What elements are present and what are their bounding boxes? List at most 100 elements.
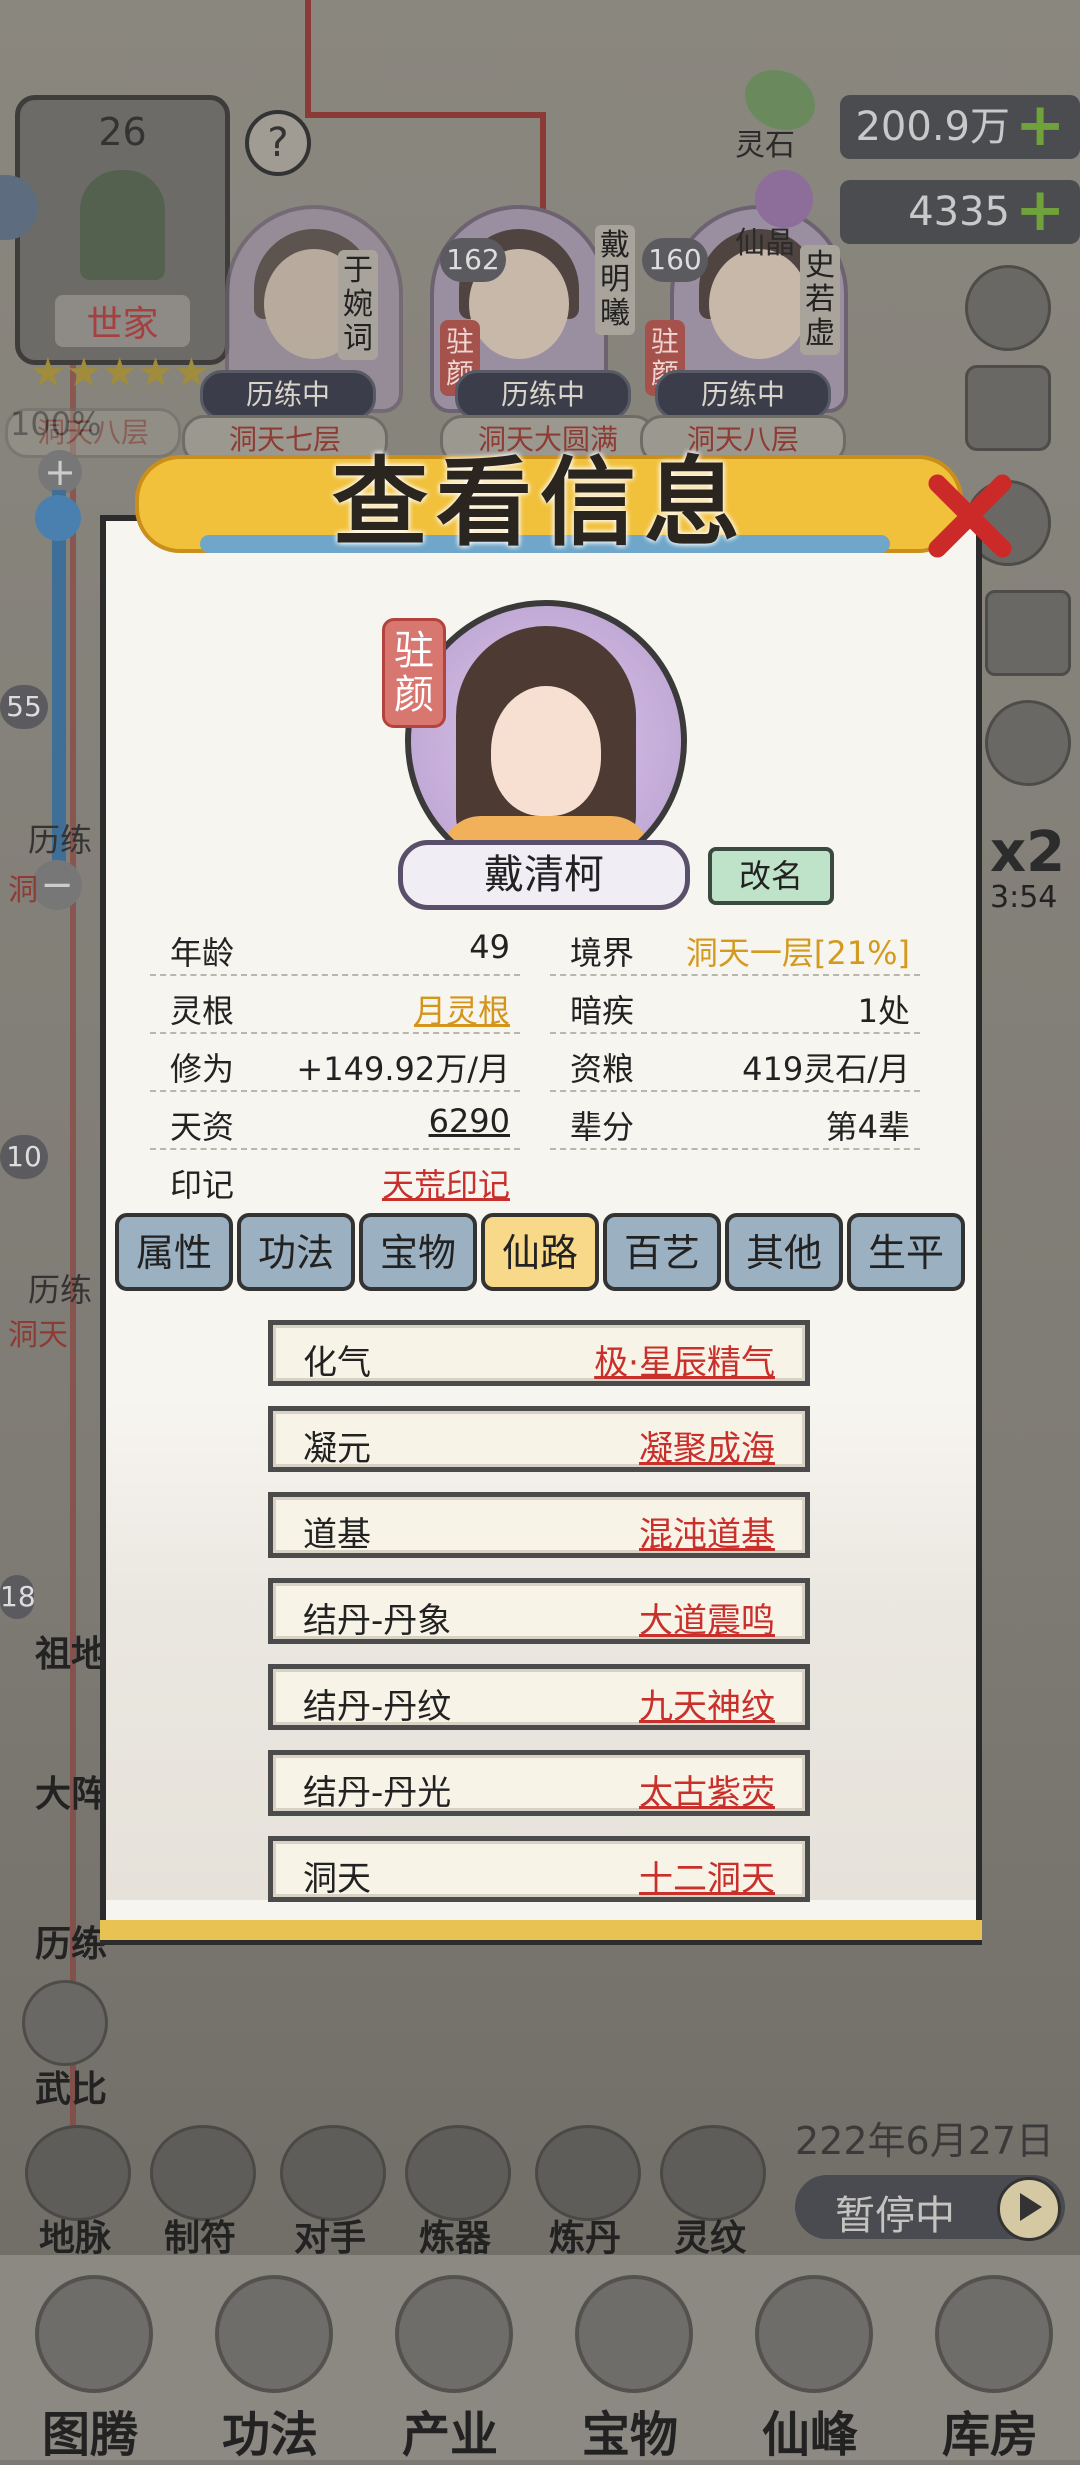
info-value: 洞天一层[21%]	[685, 934, 910, 972]
info-label: 暗疾	[570, 992, 635, 1030]
settings-icon[interactable]	[965, 265, 1051, 351]
small-item-zhifu[interactable]: 制符	[145, 2125, 256, 2259]
mountain-house-icon	[395, 2275, 513, 2393]
small-item-dimai[interactable]: 地脉	[20, 2125, 131, 2259]
resource-label: 灵石	[735, 128, 795, 163]
add-spirit-stone-button[interactable]: +	[1015, 95, 1065, 155]
info-value: 1处	[857, 992, 910, 1030]
tab-immortal-path[interactable]: 仙路	[481, 1213, 599, 1291]
peak-icon	[755, 2275, 873, 2393]
tab-other[interactable]: 其他	[725, 1213, 843, 1291]
nav-storehouse[interactable]: 库房	[900, 2255, 1080, 2463]
path-value-link[interactable]: 大道震鸣	[639, 1593, 775, 1642]
member-status: 历练中	[455, 370, 631, 420]
left-label: 历练	[28, 1271, 93, 1309]
tab-gongfa[interactable]: 功法	[237, 1213, 355, 1291]
info-mark: 印记 天荒印记	[150, 1152, 520, 1208]
forge-scroll-icon	[405, 2125, 511, 2221]
info-label: 辈分	[570, 1108, 635, 1146]
info-value: +149.92万/月	[296, 1050, 510, 1088]
left-label: 洞	[8, 873, 38, 908]
path-label: 凝元	[303, 1429, 371, 1469]
small-item-duishou[interactable]: 对手	[275, 2125, 386, 2259]
nav-industry[interactable]: 产业	[360, 2255, 540, 2463]
game-date: 222年6月27日	[795, 2119, 1055, 2163]
path-value-link[interactable]: 太古紫荧	[639, 1765, 775, 1814]
info-label: 天资	[170, 1108, 235, 1146]
tab-treasure[interactable]: 宝物	[359, 1213, 477, 1291]
path-label: 化气	[303, 1343, 371, 1383]
question-icon[interactable]: ?	[245, 110, 311, 176]
flame-icon	[215, 2275, 333, 2393]
tree-line	[305, 112, 545, 118]
speed-label[interactable]: x2	[990, 820, 1065, 885]
member-status: 历练中	[200, 370, 376, 420]
path-value-link[interactable]: 九天神纹	[639, 1679, 775, 1728]
nav-treasure[interactable]: 宝物	[540, 2255, 720, 2463]
pause-label: 暂停中	[835, 2193, 955, 2239]
book-icon[interactable]	[985, 590, 1071, 676]
totem-icon	[35, 2275, 153, 2393]
nav-gongfa[interactable]: 功法	[180, 2255, 360, 2463]
nav-label: 产业	[401, 2407, 498, 2463]
rename-button[interactable]: 改名	[708, 847, 834, 905]
zoom-minus-icon[interactable]: −	[32, 860, 82, 910]
left-label[interactable]: 武比	[35, 2060, 107, 2112]
close-icon[interactable]	[915, 465, 1015, 565]
family-label: 世家	[55, 295, 190, 347]
nav-totem[interactable]: 图腾	[0, 2255, 180, 2463]
jade-icon	[575, 2275, 693, 2393]
left-label[interactable]: 祖地	[35, 1625, 107, 1677]
member-level: 160	[642, 238, 708, 282]
left-level: 10	[0, 1135, 48, 1179]
nav-label: 功法	[221, 2407, 318, 2463]
small-item-lianqi[interactable]: 炼器	[400, 2125, 511, 2259]
member-name: 戴明曦	[595, 225, 635, 335]
modal-mountain-decor	[106, 1400, 976, 1900]
path-value-link[interactable]: 混沌道基	[639, 1507, 775, 1556]
left-label[interactable]: 历练	[35, 1915, 107, 1967]
member-level: 162	[440, 238, 506, 282]
spiral-icon	[660, 2125, 766, 2221]
chest-icon[interactable]	[985, 700, 1071, 786]
path-row: 道基 混沌道基	[268, 1492, 810, 1558]
info-age: 年龄 49	[150, 920, 520, 976]
talisman-icon	[150, 2125, 256, 2221]
info-value: 49	[469, 928, 510, 966]
modal-bottom-border	[100, 1920, 982, 1940]
small-item-liandan[interactable]: 炼丹	[530, 2125, 641, 2259]
tab-arts[interactable]: 百艺	[603, 1213, 721, 1291]
path-label: 结丹-丹象	[303, 1601, 452, 1641]
small-item-label: 制符	[163, 2218, 236, 2259]
small-item-label: 灵纹	[673, 2218, 746, 2259]
nav-peak[interactable]: 仙峰	[720, 2255, 900, 2463]
family-badge[interactable]: 26 世家	[15, 95, 230, 365]
sword-icon[interactable]	[22, 1980, 108, 2066]
info-root: 灵根 月灵根	[150, 978, 520, 1034]
path-row: 结丹-丹光 太古紫荧	[268, 1750, 810, 1816]
earth-vein-icon	[25, 2125, 131, 2221]
left-label[interactable]: 大阵	[35, 1765, 107, 1817]
small-item-label: 炼丹	[548, 2218, 621, 2259]
path-label: 洞天	[303, 1859, 371, 1899]
path-value-link[interactable]: 十二洞天	[639, 1851, 775, 1900]
stars-icon: ★★★★★	[30, 350, 210, 396]
small-item-lingwen[interactable]: 灵纹	[655, 2125, 766, 2259]
gate-icon	[280, 2125, 386, 2221]
path-value-link[interactable]: 凝聚成海	[639, 1421, 775, 1470]
tab-attributes[interactable]: 属性	[115, 1213, 233, 1291]
mark-link[interactable]: 天荒印记	[382, 1160, 510, 1206]
info-illness: 暗疾 1处	[550, 978, 920, 1034]
spirit-root-link[interactable]: 月灵根	[414, 986, 510, 1032]
path-value-link[interactable]: 极·星辰精气	[594, 1335, 775, 1384]
path-row: 结丹-丹纹 九天神纹	[268, 1664, 810, 1730]
path-label: 结丹-丹纹	[303, 1687, 452, 1727]
info-label: 年龄	[170, 934, 235, 972]
add-crystal-button[interactable]: +	[1015, 180, 1065, 240]
info-cultivation: 修为 +149.92万/月	[150, 1036, 520, 1092]
pause-button[interactable]: 暂停中	[795, 2175, 1065, 2241]
nav-label: 库房	[941, 2407, 1038, 2463]
nav-label: 仙峰	[761, 2407, 858, 2463]
talent-value[interactable]: 6290	[429, 1102, 510, 1140]
tab-life[interactable]: 生平	[847, 1213, 965, 1291]
